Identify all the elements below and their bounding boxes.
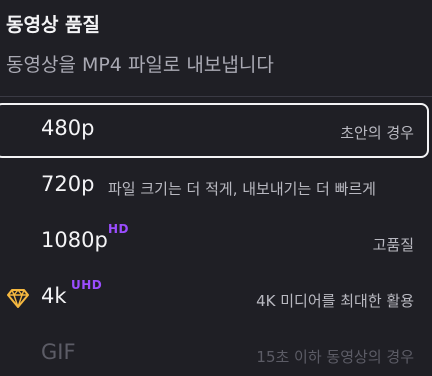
quality-option-1080p[interactable]: 1080p HD 고품질 <box>0 214 432 270</box>
quality-option-label: 480p <box>41 116 95 140</box>
quality-option-label: 4k <box>41 284 67 308</box>
uhd-badge: UHD <box>71 278 103 292</box>
quality-option-description: 15초 이하 동영상의 경우 <box>256 348 414 366</box>
quality-option-description: 4K 미디어를 최대한 활용 <box>256 292 414 310</box>
panel-title: 동영상 품질 <box>6 14 101 36</box>
quality-option-label: 720p <box>41 172 95 196</box>
quality-option-label: 1080p <box>41 228 108 252</box>
quality-option-description: 파일 크기는 더 적게, 내보내기는 더 빠르게 <box>108 180 376 198</box>
hd-badge: HD <box>108 222 130 236</box>
quality-option-4k[interactable]: 4k UHD 4K 미디어를 최대한 활용 <box>0 270 432 326</box>
header-divider <box>0 96 432 97</box>
quality-option-720p[interactable]: 720p 파일 크기는 더 적게, 내보내기는 더 빠르게 <box>0 158 432 214</box>
panel-header: 동영상 품질 동영상을 MP4 파일로 내보냅니다 <box>0 0 432 96</box>
quality-option-description: 고품질 <box>372 236 414 254</box>
quality-option-480p[interactable]: 480p 초안의 경우 <box>0 102 432 158</box>
quality-option-gif[interactable]: GIF 15초 이하 동영상의 경우 <box>0 326 432 376</box>
quality-option-label: GIF <box>41 340 76 364</box>
premium-gem-icon <box>7 288 29 308</box>
video-quality-panel: 동영상 품질 동영상을 MP4 파일로 내보냅니다 480p 초안의 경우 72… <box>0 0 432 376</box>
quality-option-description: 초안의 경우 <box>340 124 414 142</box>
panel-subtitle: 동영상을 MP4 파일로 내보냅니다 <box>6 54 274 76</box>
